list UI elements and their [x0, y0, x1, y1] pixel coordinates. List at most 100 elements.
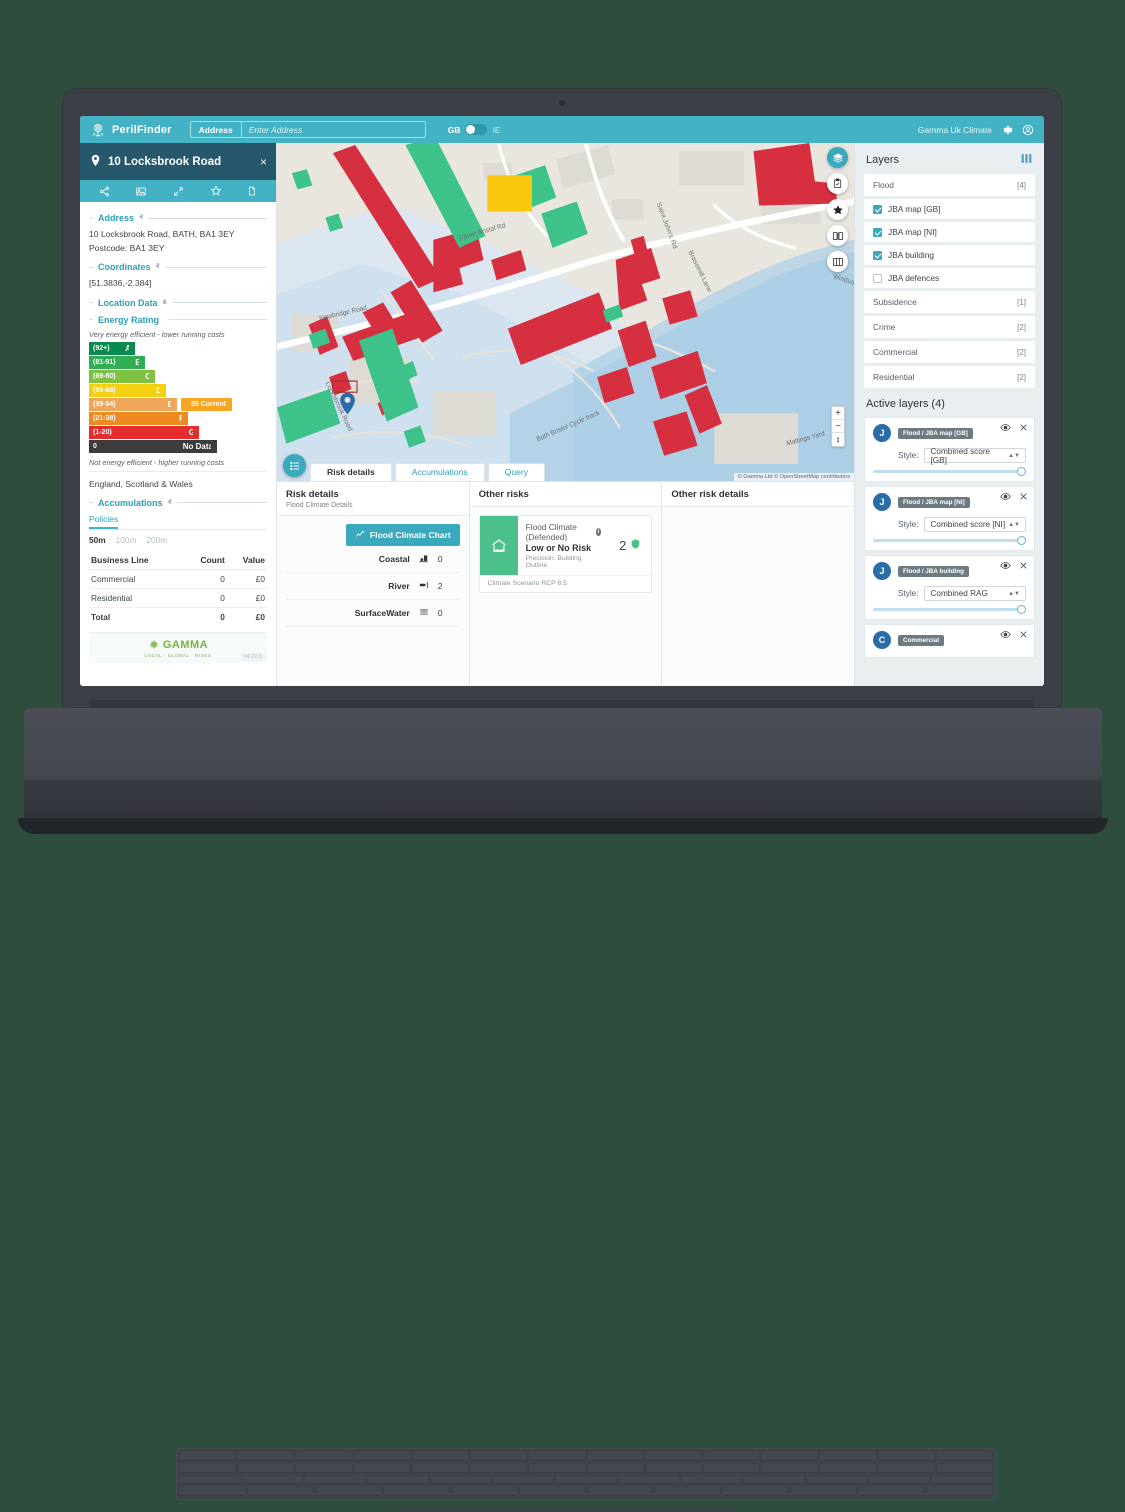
opacity-slider[interactable]	[873, 539, 1026, 542]
map-legend-button[interactable]	[283, 454, 306, 477]
key	[588, 1487, 653, 1496]
street-label: Windsor	[832, 273, 854, 287]
key	[248, 1487, 313, 1496]
section-coordinates[interactable]: Coordinates ⱏ	[89, 262, 267, 272]
layer-item-label: JBA map [NI]	[888, 227, 937, 237]
layer-checkbox[interactable]	[873, 274, 882, 283]
tab-policies[interactable]: Policies	[89, 512, 118, 529]
bottom-panels: Risk details Flood Climate Details Flood…	[277, 481, 854, 686]
layer-group-subsidence[interactable]: Subsidence[1]	[864, 291, 1035, 313]
active-layer-card[interactable]: JFlood / JBA map [NI]Style:Combined scor…	[864, 486, 1035, 551]
other-risk-card[interactable]: Flood Climate (Defended) i Low or No Ris…	[479, 515, 653, 593]
style-select[interactable]: Combined score [GB]▲▼	[924, 448, 1026, 463]
epc-band-range: (39-54)	[93, 401, 116, 408]
policy-value: £0	[227, 607, 267, 626]
section-energy-rating[interactable]: Energy Rating	[89, 315, 267, 325]
close-icon[interactable]: ×	[260, 155, 267, 169]
epc-band-bar: (21-38)F	[89, 412, 188, 425]
opacity-slider[interactable]	[873, 470, 1026, 473]
surfacewater-icon	[414, 600, 434, 627]
image-icon[interactable]	[135, 186, 147, 197]
other-risks-title: Other risks	[479, 489, 653, 500]
document-icon[interactable]	[247, 185, 257, 197]
style-select[interactable]: Combined score [NI]▲▼	[924, 517, 1026, 532]
layer-checkbox[interactable]	[873, 228, 882, 237]
key	[744, 1476, 804, 1485]
layer-item[interactable]: JBA defences	[864, 268, 1035, 288]
region-switch[interactable]	[465, 124, 487, 135]
zoom-in-button[interactable]: +	[832, 407, 844, 420]
legend-icon[interactable]	[827, 251, 848, 272]
locate-icon[interactable]	[832, 433, 844, 446]
eye-icon[interactable]	[1000, 560, 1011, 573]
book-icon[interactable]	[827, 225, 848, 246]
key	[296, 1464, 351, 1473]
layer-item[interactable]: JBA map [NI]	[864, 222, 1035, 242]
active-layer-card[interactable]: JFlood / JBA buildingStyle:Combined RAG▲…	[864, 555, 1035, 620]
layers-icon[interactable]	[827, 147, 848, 168]
opacity-slider[interactable]	[873, 608, 1026, 611]
key	[355, 1452, 410, 1461]
close-icon[interactable]	[1019, 492, 1028, 503]
star-icon[interactable]	[827, 199, 848, 220]
close-icon[interactable]	[1019, 423, 1028, 434]
eye-icon[interactable]	[1000, 491, 1011, 504]
star-icon[interactable]	[210, 185, 222, 197]
section-address[interactable]: Address ⱏ	[89, 213, 267, 223]
layer-item[interactable]: JBA map [GB]	[864, 199, 1035, 219]
layer-group-name: Subsidence	[873, 297, 917, 307]
tab-risk-details[interactable]: Risk details	[310, 463, 392, 481]
key	[355, 1464, 410, 1473]
zoom-out-button[interactable]: −	[832, 420, 844, 433]
gear-icon[interactable]	[1000, 123, 1013, 136]
user-icon[interactable]	[1021, 123, 1034, 136]
brand[interactable]: PerilFinder	[90, 122, 172, 138]
key	[762, 1464, 817, 1473]
share-icon[interactable]	[99, 186, 110, 197]
risk-row: Coastal0	[286, 546, 460, 573]
eye-icon[interactable]	[1000, 422, 1011, 435]
map-canvas[interactable]: Saint John's RdUpper Bristol RdWindsorNe…	[277, 143, 854, 481]
distance-selector[interactable]: 50m 100m 200m	[89, 530, 267, 549]
close-icon[interactable]	[1019, 630, 1028, 641]
close-icon[interactable]	[1019, 561, 1028, 572]
other-risk-details-title: Other risk details	[671, 489, 845, 500]
layer-item[interactable]: JBA building	[864, 245, 1035, 265]
eye-icon[interactable]	[1000, 629, 1011, 642]
layer-group-residential[interactable]: Residential[2]	[864, 366, 1035, 388]
address-input[interactable]	[242, 122, 425, 137]
section-location-data[interactable]: Location Data ⱞ	[89, 298, 267, 308]
key	[529, 1464, 584, 1473]
layer-group-commercial[interactable]: Commercial[2]	[864, 341, 1035, 363]
tab-query[interactable]: Query	[488, 463, 545, 481]
map-zoom-controls[interactable]: + −	[831, 406, 845, 447]
distance-option[interactable]: 200m	[146, 535, 167, 545]
other-risks-body: Flood Climate (Defended) i Low or No Ris…	[470, 507, 662, 686]
flood-climate-chart-button[interactable]: Flood Climate Chart	[346, 524, 460, 546]
resize-icon[interactable]	[173, 186, 184, 197]
table-row: Residential0£0	[89, 588, 267, 607]
epc-bottom-note: Not energy efficient - higher running co…	[89, 458, 267, 467]
columns-icon[interactable]	[1020, 152, 1033, 167]
layer-group-crime[interactable]: Crime[2]	[864, 316, 1035, 338]
tab-accumulations[interactable]: Accumulations	[395, 463, 485, 481]
distance-option[interactable]: 50m	[89, 535, 106, 545]
active-layer-card[interactable]: CCommercial	[864, 624, 1035, 658]
active-layer-card[interactable]: JFlood / JBA map [GB]Style:Combined scor…	[864, 417, 1035, 482]
style-select[interactable]: Combined RAG▲▼	[924, 586, 1026, 601]
layer-checkbox[interactable]	[873, 251, 882, 260]
key	[820, 1452, 875, 1461]
info-icon[interactable]: i	[596, 528, 602, 536]
key	[820, 1464, 875, 1473]
epc-band-bar: (1-20)G	[89, 426, 199, 439]
policy-business-line: Residential	[89, 588, 183, 607]
risk-details-subtitle: Flood Climate Details	[286, 502, 460, 509]
layer-group-count: [4]	[1017, 181, 1026, 190]
layer-checkbox[interactable]	[873, 205, 882, 214]
distance-option[interactable]: 100m	[116, 535, 137, 545]
address-search-group[interactable]: Address	[190, 121, 426, 138]
layer-group-flood[interactable]: Flood[4]	[864, 174, 1035, 196]
section-accumulations[interactable]: Accumulations ⱏ	[89, 498, 267, 508]
clipboard-icon[interactable]	[827, 173, 848, 194]
region-toggle[interactable]: GB IE	[448, 124, 501, 135]
